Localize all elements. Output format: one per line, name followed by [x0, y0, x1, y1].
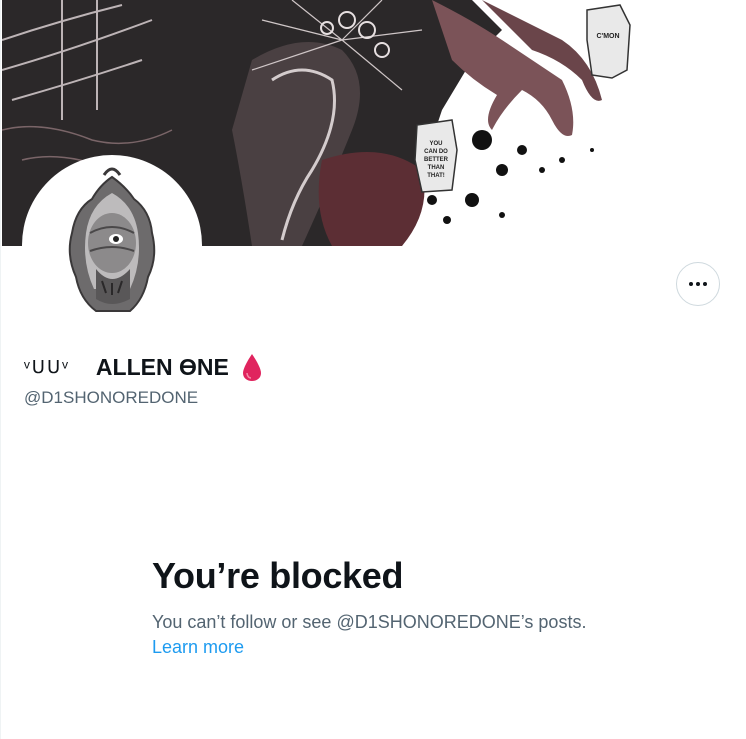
- ellipsis-icon: [688, 282, 709, 286]
- bubble-cmon-text: C'MON: [596, 33, 619, 40]
- blood-drop-icon: [241, 352, 263, 382]
- profile-handle: @D1SHONOREDONE: [24, 388, 199, 407]
- profile-name-row: ᵛᑌᑌᵛ ALLEN ϴNE: [24, 350, 263, 384]
- display-name: ALLEN ϴNE: [95, 353, 229, 380]
- avatar-frame[interactable]: [22, 155, 202, 335]
- bubble-line-1: YOU: [429, 141, 442, 147]
- bubble-line-2: CAN DO: [424, 149, 448, 155]
- more-options-button[interactable]: [676, 262, 720, 306]
- blocked-description: You can’t follow or see @D1SHONOREDONE’s…: [152, 612, 587, 632]
- profile-page: C'MON YOU CAN DO BETTER THAN THAT! ᵛᑌᑌᵛ …: [0, 0, 746, 739]
- bubble-line-4: THAN: [428, 165, 445, 171]
- bubble-line-3: BETTER: [424, 157, 449, 163]
- avatar: [26, 159, 198, 331]
- name-decoration: ᵛᑌᑌᵛ: [24, 356, 70, 377]
- avatar-artwork: [26, 159, 198, 331]
- learn-more-link[interactable]: Learn more: [152, 637, 244, 658]
- blocked-title: You’re blocked: [152, 555, 404, 596]
- bubble-line-5: THAT!: [427, 173, 445, 179]
